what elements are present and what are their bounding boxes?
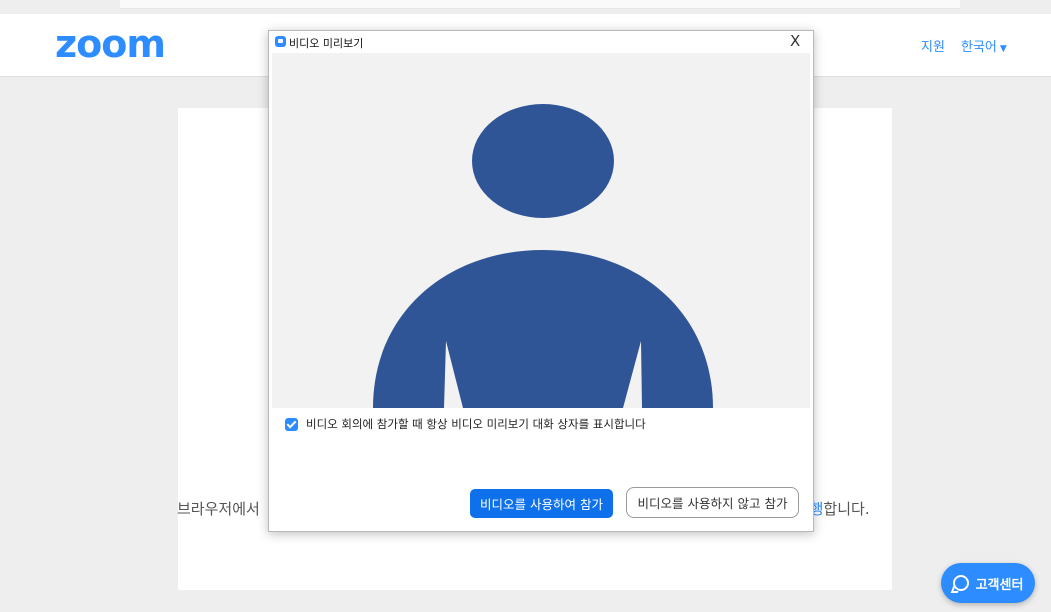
always-show-preview-label: 비디오 회의에 참가할 때 항상 비디오 미리보기 대화 상자를 표시합니다 [306, 417, 646, 431]
avatar-head [472, 104, 614, 218]
join-without-video-button[interactable]: 비디오를 사용하지 않고 참가 [626, 487, 799, 518]
close-button[interactable]: X [790, 32, 800, 50]
support-link[interactable]: 지원 [921, 36, 945, 55]
zoom-app-icon [275, 36, 286, 47]
customer-center-button[interactable]: 고객센터 [941, 563, 1035, 603]
top-strip [120, 0, 960, 9]
zoom-logo[interactable]: zoom [55, 24, 166, 64]
caret-down-icon: ▼ [999, 44, 1007, 54]
chat-bubble-icon [952, 575, 969, 591]
customer-center-label: 고객센터 [975, 577, 1024, 593]
language-label: 한국어 [961, 40, 997, 55]
launch-text-suffix: 합니다. [823, 500, 870, 518]
avatar-body [373, 250, 713, 408]
language-dropdown[interactable]: 한국어 ▼ [961, 36, 1007, 55]
dialog-titlebar[interactable]: 비디오 미리보기 X [269, 31, 813, 53]
launch-text-prefix: 브라우저에서 [177, 500, 260, 518]
video-preview-area [272, 53, 810, 408]
video-preview-dialog: 비디오 미리보기 X 비디오 회의에 참가할 때 항상 비디오 미리보기 대화 … [268, 30, 814, 532]
always-show-preview-option[interactable]: 비디오 회의에 참가할 때 항상 비디오 미리보기 대화 상자를 표시합니다 [285, 416, 646, 432]
always-show-preview-checkbox[interactable] [285, 417, 298, 431]
dialog-title: 비디오 미리보기 [289, 37, 364, 50]
join-with-video-button[interactable]: 비디오를 사용하여 참가 [470, 489, 613, 518]
avatar-silhouette-icon [373, 104, 713, 408]
